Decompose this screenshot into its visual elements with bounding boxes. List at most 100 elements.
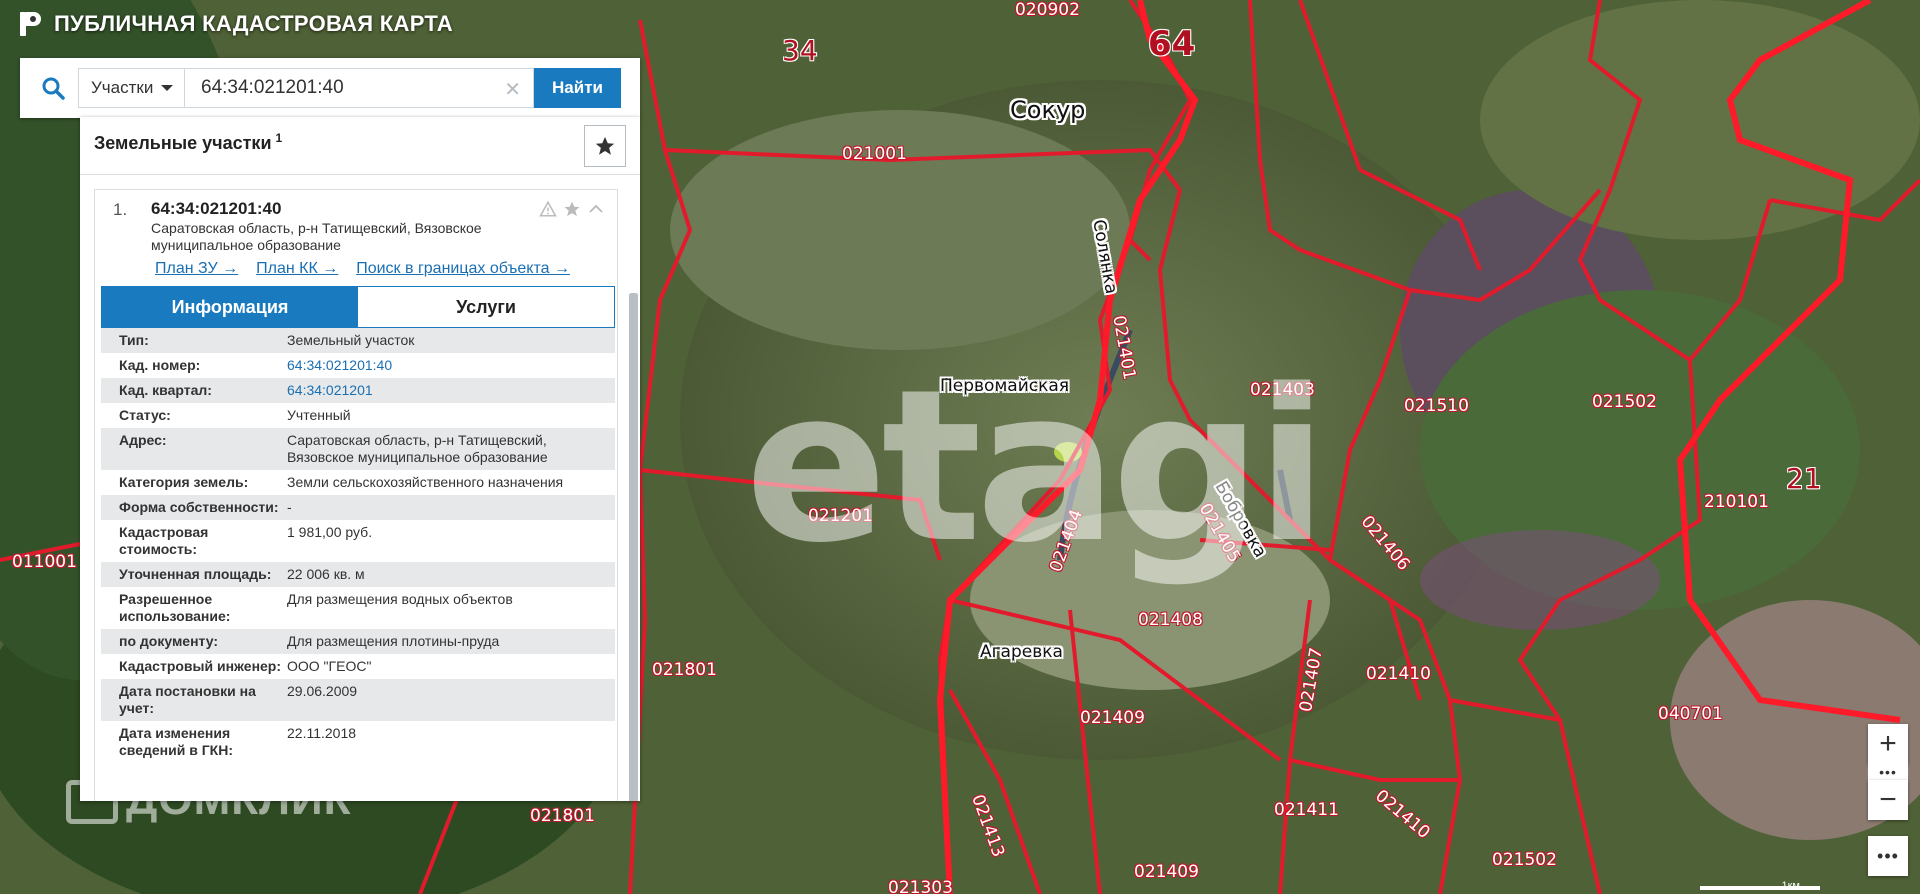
chevron-down-icon — [161, 85, 174, 91]
parcel-label: 021001 — [842, 144, 907, 164]
info-row: Дата изменения сведений в ГКН: 22.11.2018 — [101, 721, 615, 763]
info-key: Дата изменения сведений в ГКН: — [119, 725, 233, 758]
place-label: Сокур — [1010, 96, 1086, 124]
info-row: Тип: Земельный участок — [101, 328, 615, 353]
info-value: 1 981,00 руб. — [287, 524, 373, 540]
chevron-up-icon[interactable] — [587, 200, 605, 218]
info-key: Форма собственности: — [119, 499, 279, 515]
region-label: 64 — [1148, 24, 1196, 64]
info-row: Кадастровая стоимость: 1 981,00 руб. — [101, 520, 615, 562]
parcel-label: 021409 — [1134, 862, 1199, 882]
app-header: ПУБЛИЧНАЯ КАДАСТРОВАЯ КАРТА — [18, 10, 453, 38]
zoom-out-button[interactable]: − — [1868, 780, 1908, 820]
favorite-button[interactable] — [584, 125, 626, 167]
star-icon — [595, 136, 615, 155]
result-count: 1 — [275, 131, 283, 145]
search-field[interactable]: ✕ — [184, 68, 534, 108]
info-row: по документу: Для размещения плотины-пруд… — [101, 629, 615, 654]
parcel-label: 021408 — [1138, 610, 1203, 630]
search-type-select[interactable]: Участки — [78, 68, 184, 108]
star-icon[interactable] — [563, 200, 581, 218]
cadastral-quarter-link[interactable]: 64:34:021201 — [287, 382, 607, 399]
find-button[interactable]: Найти — [534, 68, 621, 108]
parcel-label: 021510 — [1404, 396, 1469, 416]
search-within-link[interactable]: Поиск в границах объекта → — [356, 260, 570, 278]
result-address: Саратовская область, р-н Татищевский, Вя… — [151, 220, 482, 253]
info-key: по документу: — [119, 633, 219, 649]
info-row: Статус: Учтенный — [101, 403, 615, 428]
plan-kk-link[interactable]: План КК → — [256, 260, 338, 278]
info-value: 22.11.2018 — [287, 725, 357, 741]
info-table: Тип: Земельный участок Кад. номер: 64:34:0… — [101, 328, 615, 763]
results-panel: Земельные участки 1 1. 64:34:021201:40 Са… — [80, 117, 640, 801]
parcel-label: 021801 — [530, 806, 595, 826]
result-card: 1. 64:34:021201:40 Саратовская область, … — [94, 189, 618, 801]
parcel-label: 020902 — [1015, 0, 1080, 20]
card-links: План ЗУ → План КК → Поиск в границах объ… — [155, 260, 570, 278]
warning-icon[interactable] — [539, 200, 557, 218]
info-value: Земли сельскохозяйственного назначения — [287, 474, 564, 490]
more-button[interactable]: ••• — [1868, 836, 1908, 876]
region-label: 34 — [782, 34, 818, 67]
info-key: Тип: — [119, 332, 149, 348]
info-row: Адрес: Саратовская область, р-н Татищевск… — [101, 428, 615, 470]
info-row: Кад. квартал: 64:34:021201 — [101, 378, 615, 403]
tab-information[interactable]: Информация — [102, 287, 358, 327]
pkk-logo-icon — [20, 12, 41, 36]
result-title[interactable]: 64:34:021201:40 — [151, 199, 281, 219]
parcel-label: 021411 — [1274, 800, 1339, 820]
result-tabs: Информация Услуги — [101, 286, 615, 328]
parcel-label: 040701 — [1658, 704, 1723, 724]
parcel-label: 210101 — [1704, 492, 1769, 512]
info-value: Саратовская область, р-н Татищевский, Вя… — [287, 432, 548, 465]
plan-zu-link[interactable]: План ЗУ → — [155, 260, 238, 278]
info-key: Разрешенное использование: — [119, 591, 231, 624]
parcel-label: 021409 — [1080, 708, 1145, 728]
zoom-in-button[interactable]: + — [1868, 724, 1908, 764]
parcel-label: 021410 — [1366, 664, 1431, 684]
info-key: Адрес: — [119, 432, 167, 448]
info-value: Земельный участок — [287, 332, 415, 348]
result-number: 1. — [113, 200, 128, 219]
place-label: Агаревка — [980, 642, 1063, 662]
info-key: Кадастровый инженер: — [119, 658, 282, 674]
info-row: Кадастровый инженер: ООО "ГЕОС" — [101, 654, 615, 679]
parcel-label: 021502 — [1592, 392, 1657, 412]
parcel-label: 011001 — [12, 552, 77, 572]
info-row: Категория земель: Земли сельскохозяйствен… — [101, 470, 615, 495]
info-value: Для размещения водных объектов — [287, 591, 513, 607]
info-key: Статус: — [119, 407, 171, 423]
info-value: 29.06.2009 — [287, 683, 358, 699]
info-value: - — [287, 499, 292, 515]
info-value: Для размещения плотины-пруда — [287, 633, 500, 649]
clear-icon[interactable]: ✕ — [504, 77, 521, 102]
app-title: ПУБЛИЧНАЯ КАДАСТРОВАЯ КАРТА — [54, 11, 453, 36]
search-type-label: Участки — [91, 78, 154, 97]
etagi-watermark: etagi — [745, 344, 1328, 589]
info-key: Категория земель: — [119, 474, 249, 490]
tab-services[interactable]: Услуги — [358, 287, 614, 327]
cadastral-number-link[interactable]: 64:34:021201:40 — [287, 357, 607, 374]
info-key: Кадастровая стоимость: — [119, 524, 209, 557]
info-row: Уточненная площадь: 22 006 кв. м — [101, 562, 615, 587]
search-input[interactable] — [201, 77, 481, 99]
search-icon[interactable] — [28, 63, 78, 113]
scale-label: 1км — [1781, 880, 1801, 892]
parcel-label: 021303 — [888, 878, 953, 894]
panel-title: Земельные участки 1 — [94, 131, 283, 153]
card-icons — [539, 200, 605, 218]
info-key: Уточненная площадь: — [119, 566, 272, 582]
info-key: Дата постановки на учет: — [119, 683, 256, 716]
parcel-label: 021801 — [652, 660, 717, 680]
info-key: Кад. квартал: — [119, 382, 212, 398]
scrollbar-thumb[interactable] — [629, 293, 638, 801]
region-label: 21 — [1786, 462, 1822, 495]
search-bar: Участки ✕ Найти — [20, 58, 640, 118]
info-row: Кад. номер: 64:34:021201:40 — [101, 353, 615, 378]
zoom-level-indicator: ••• — [1868, 764, 1908, 780]
info-row: Разрешенное использование: Для размещения… — [101, 587, 615, 629]
info-value: ООО "ГЕОС" — [287, 658, 372, 674]
info-row: Форма собственности: - — [101, 495, 615, 520]
info-key: Кад. номер: — [119, 357, 201, 373]
panel-scrollbar[interactable] — [629, 293, 638, 801]
